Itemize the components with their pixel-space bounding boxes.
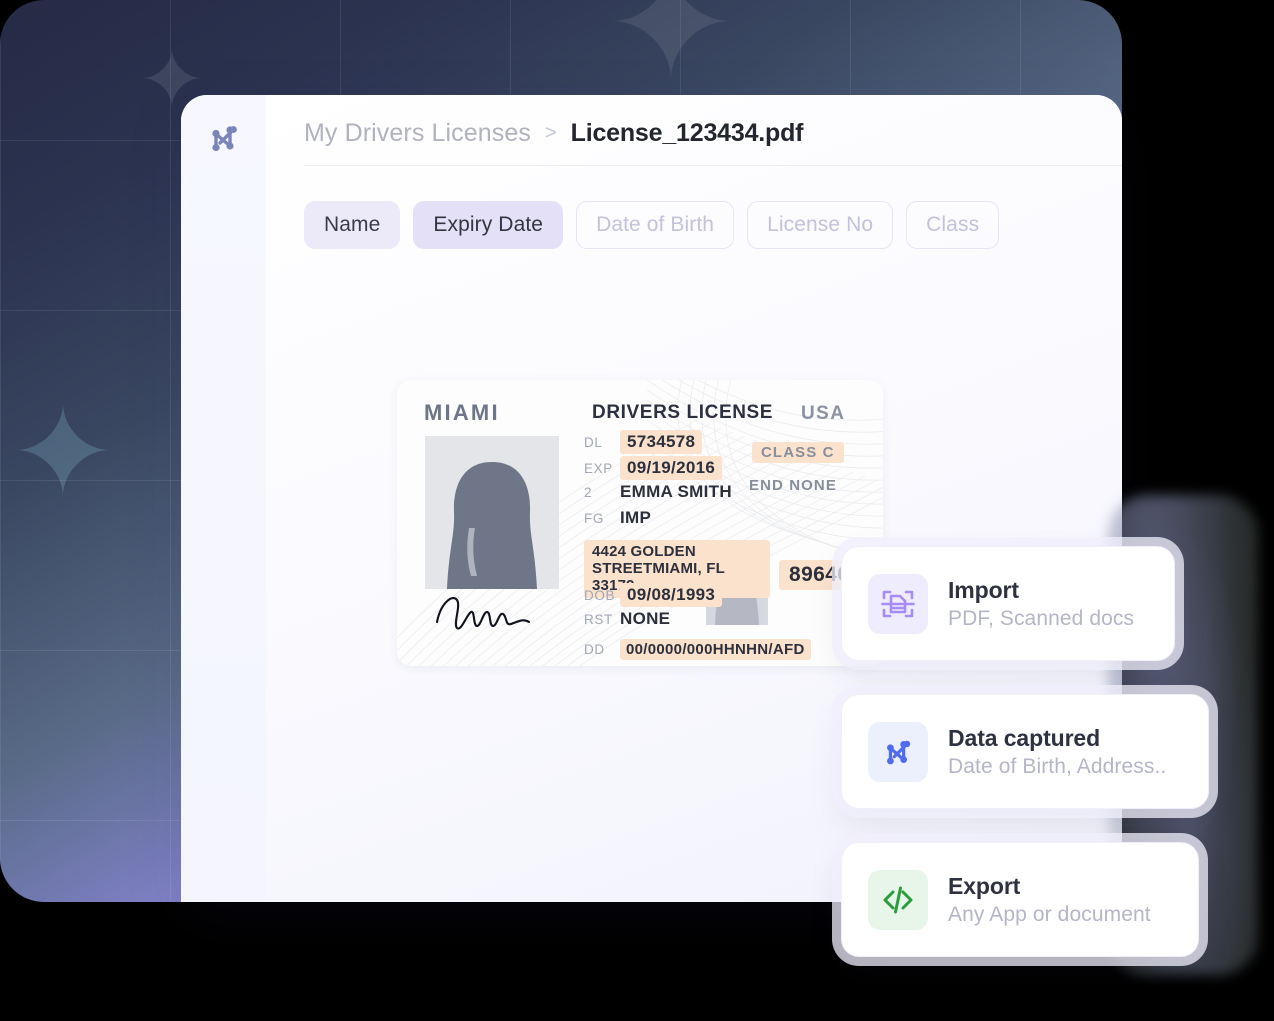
app-sidebar xyxy=(181,95,266,902)
field-label: DL xyxy=(584,435,603,450)
field-value: 5734578 xyxy=(620,430,703,454)
feature-card-export[interactable]: Export Any App or document xyxy=(841,842,1199,957)
license-field-row-rst: RST NONE xyxy=(584,609,670,629)
field-value: NONE xyxy=(620,609,671,628)
code-brackets-icon xyxy=(868,869,928,930)
address-line-1: 4424 GOLDEN xyxy=(592,543,696,560)
node-graph-logo-icon[interactable] xyxy=(203,117,245,159)
screenshot-stage: My Drivers Licenses > License_123434.pdf… xyxy=(0,0,1274,1021)
feature-card-title: Import xyxy=(948,576,1019,603)
field-label: RST xyxy=(584,612,613,627)
license-signature xyxy=(431,592,535,639)
license-field-row-dd: DD 00/0000/000HHNHN/AFD xyxy=(584,639,811,660)
field-value: 09/08/1993 xyxy=(620,583,723,607)
feature-card-subtitle: Date of Birth, Address.. xyxy=(948,754,1167,778)
chip-license-no[interactable]: License No xyxy=(747,201,894,249)
field-value: IMP xyxy=(620,508,652,527)
feature-card-title: Export xyxy=(948,872,1021,899)
license-country: USA xyxy=(801,403,846,424)
field-label: FG xyxy=(584,511,604,526)
field-label: DD xyxy=(584,642,605,657)
license-portrait-photo xyxy=(425,436,559,589)
license-field-row: FG IMP xyxy=(584,508,883,534)
chip-date-of-birth[interactable]: Date of Birth xyxy=(576,201,735,249)
feature-card-data-captured[interactable]: Data captured Date of Birth, Address.. xyxy=(841,694,1209,809)
chip-expiry-date[interactable]: Expiry Date xyxy=(413,201,564,249)
header-divider xyxy=(304,165,1122,166)
field-value: 00/0000/000HHNHN/AFD xyxy=(620,639,811,660)
breadcrumb-parent-link[interactable]: My Drivers Licenses xyxy=(304,119,531,148)
license-endorsement: END NONE xyxy=(749,477,837,494)
feature-card-subtitle: PDF, Scanned docs xyxy=(948,606,1135,630)
feature-card-title: Data captured xyxy=(948,724,1101,751)
chip-class[interactable]: Class xyxy=(906,201,1000,249)
field-value: 09/19/2016 xyxy=(620,456,723,480)
field-label: 2 xyxy=(584,485,593,500)
document-scan-icon xyxy=(868,573,928,634)
license-title: DRIVERS LICENSE xyxy=(592,402,774,423)
license-city: MIAMI xyxy=(424,400,500,425)
feature-card-subtitle: Any App or document xyxy=(948,902,1151,926)
license-class-badge: CLASS C xyxy=(752,442,844,463)
field-chip-row: Name Expiry Date Date of Birth License N… xyxy=(304,201,1000,249)
field-label: DOB xyxy=(584,588,616,603)
node-graph-icon xyxy=(868,721,928,782)
feature-card-import[interactable]: Import PDF, Scanned docs xyxy=(841,546,1175,661)
breadcrumb-current-file: License_123434.pdf xyxy=(570,119,804,147)
breadcrumb: My Drivers Licenses > License_123434.pdf xyxy=(304,119,803,148)
license-document-preview[interactable]: MIAMI DRIVERS LICENSE USA DL 5734578 EXP… xyxy=(397,380,883,666)
chevron-right-icon: > xyxy=(544,122,557,144)
field-label: EXP xyxy=(584,461,613,476)
chip-name[interactable]: Name xyxy=(304,201,401,249)
field-value: EMMA SMITH xyxy=(620,482,732,501)
license-field-row: 2 EMMA SMITH xyxy=(584,482,883,508)
license-field-row-dob: DOB 09/08/1993 xyxy=(584,583,723,607)
